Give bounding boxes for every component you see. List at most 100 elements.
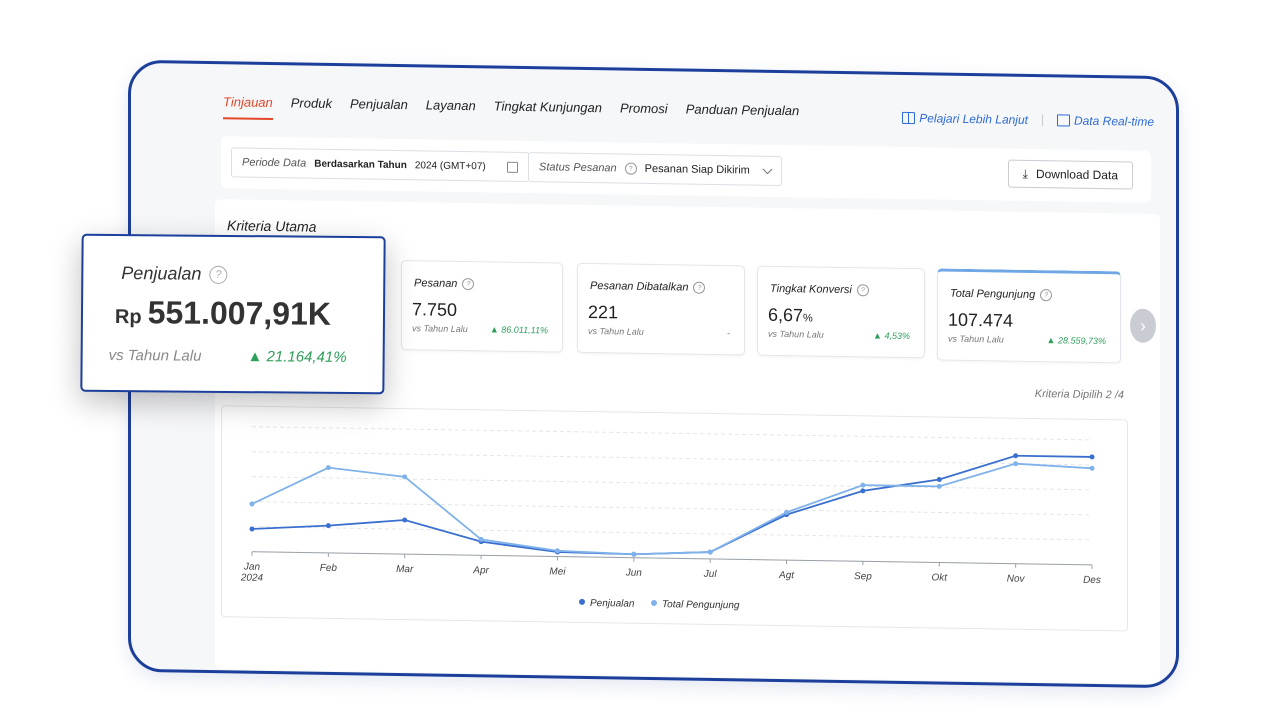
chart-svg: Jan2024 Feb Mar Apr Mei Jun Jul Agt Sep Okt Nov Des… bbox=[240, 426, 1101, 611]
learn-more-link[interactable]: Pelajari Lebih Lanjut bbox=[902, 111, 1028, 127]
calendar-icon[interactable] bbox=[507, 161, 518, 173]
x-tick-label: Apr bbox=[472, 565, 489, 576]
status-field[interactable]: Status Pesanan ? Pesanan Siap Dikirim bbox=[528, 152, 782, 187]
series-line-2 bbox=[251, 462, 1093, 556]
gridline bbox=[252, 501, 1092, 516]
legend-marker bbox=[651, 600, 657, 607]
card-change: ▲ 28.559,73% bbox=[1046, 335, 1106, 347]
chart-icon bbox=[1056, 114, 1070, 127]
tab-layanan[interactable]: Layanan bbox=[426, 97, 476, 123]
data-point bbox=[936, 477, 942, 483]
nav-right-links: Pelajari Lebih Lanjut Data Real-time bbox=[902, 111, 1154, 129]
gridline bbox=[252, 426, 1092, 441]
help-icon: ? bbox=[624, 162, 637, 175]
card-vs: vs Tahun Lalu bbox=[588, 325, 644, 337]
card-change: - bbox=[727, 328, 730, 339]
help-icon: ? bbox=[209, 265, 228, 284]
legend-label: Total Pengunjung bbox=[662, 599, 740, 611]
chevron-down-icon bbox=[762, 164, 773, 175]
gridline bbox=[252, 451, 1092, 466]
book-icon bbox=[902, 111, 916, 125]
card-change: ▲ 86.011,11% bbox=[489, 324, 548, 336]
status-value: Pesanan Siap Dikirim bbox=[644, 162, 750, 177]
tab-tinjauan[interactable]: Tinjauan bbox=[223, 94, 273, 121]
chevron-right-icon: › bbox=[1140, 315, 1146, 336]
line-chart: Jan 2024 Feb Mar Apr Mei Jun Jul Agt Sep Okt Nov Des… bbox=[221, 405, 1128, 632]
data-point bbox=[402, 517, 408, 523]
section-title: Kriteria Utama bbox=[227, 217, 317, 235]
card-vs: vs Tahun Lalu bbox=[412, 323, 468, 335]
realtime-link[interactable]: Data Real-time bbox=[1056, 113, 1154, 129]
gridline bbox=[252, 526, 1092, 541]
divider bbox=[1041, 114, 1043, 127]
card-title: Pesanan bbox=[414, 277, 458, 290]
x-tick-label: Jul bbox=[703, 569, 718, 580]
x-tick-label: 2024 bbox=[240, 573, 264, 584]
metric-card-total-pengunjung[interactable]: Total Pengunjung? 107.474 vs Tahun Lalu … bbox=[937, 268, 1121, 364]
sales-highlight-card[interactable]: Penjualan? Rp 551.007,91K vs Tahun Lalu ▲… bbox=[80, 233, 386, 395]
tab-produk[interactable]: Produk bbox=[291, 95, 332, 121]
legend-marker bbox=[579, 598, 585, 605]
tab-panduan-penjualan[interactable]: Panduan Penjualan bbox=[686, 102, 800, 129]
x-tick-label: Agt bbox=[778, 570, 795, 581]
help-icon: ? bbox=[693, 281, 706, 294]
x-tick-label: Jan bbox=[243, 562, 261, 573]
data-point bbox=[860, 488, 866, 494]
card-vs: vs Tahun Lalu bbox=[768, 328, 824, 340]
card-change: ▲ 4,53% bbox=[873, 330, 910, 342]
data-point bbox=[325, 523, 331, 529]
data-point bbox=[860, 482, 866, 488]
x-tick-label: Jun bbox=[625, 568, 643, 579]
kriteria-count: Kriteria Dipilih 2 /4 bbox=[1034, 387, 1124, 402]
metric-card-tingkat-konversi[interactable]: Tingkat Konversi? 6,67% vs Tahun Lalu ▲ … bbox=[757, 265, 925, 359]
x-tick-label: Feb bbox=[320, 563, 338, 574]
scroll-next-button[interactable]: › bbox=[1130, 308, 1156, 343]
download-button[interactable]: ⤓ Download Data bbox=[1007, 159, 1133, 190]
card-vs: vs Tahun Lalu bbox=[948, 333, 1004, 345]
download-label: Download Data bbox=[1035, 167, 1118, 183]
metric-card-pesanan[interactable]: Pesanan? 7.750 vs Tahun Lalu ▲ 86.011,11… bbox=[401, 260, 563, 353]
card-title: Tingkat Konversi bbox=[770, 282, 852, 297]
x-tick-label: Des bbox=[1083, 575, 1101, 586]
tab-tingkat-kunjungan[interactable]: Tingkat Kunjungan bbox=[494, 98, 602, 125]
x-tick-label: Nov bbox=[1007, 574, 1026, 585]
series-line-1 bbox=[251, 454, 1092, 556]
realtime-label: Data Real-time bbox=[1073, 113, 1154, 129]
float-value: Rp 551.007,91K bbox=[114, 294, 332, 332]
card-value: 107.474 bbox=[948, 309, 1014, 331]
data-point bbox=[1013, 461, 1019, 467]
float-vs: vs Tahun Lalu bbox=[108, 346, 202, 365]
data-point bbox=[1013, 453, 1019, 459]
period-field[interactable]: Periode Data Berdasarkan Tahun 2024 (GMT… bbox=[231, 147, 529, 183]
help-icon: ? bbox=[462, 277, 475, 291]
period-label: Periode Data bbox=[242, 156, 307, 170]
data-point bbox=[936, 483, 942, 489]
data-point bbox=[1089, 465, 1095, 471]
float-title: Penjualan bbox=[121, 263, 202, 284]
help-icon: ? bbox=[1040, 289, 1053, 302]
learn-more-label: Pelajari Lebih Lanjut bbox=[919, 111, 1028, 127]
status-label: Status Pesanan bbox=[539, 161, 617, 175]
period-value: Berdasarkan Tahun bbox=[314, 158, 407, 171]
card-value: 221 bbox=[588, 301, 619, 323]
card-value: 6,67% bbox=[768, 304, 813, 326]
filter-bar: Periode Data Berdasarkan Tahun 2024 (GMT… bbox=[221, 136, 1151, 203]
x-tick-label: Mei bbox=[549, 566, 566, 577]
legend-label: Penjualan bbox=[590, 598, 635, 610]
help-icon: ? bbox=[856, 284, 869, 297]
download-icon: ⤓ bbox=[1022, 166, 1028, 181]
x-tick-label: Okt bbox=[931, 572, 948, 583]
top-nav: Tinjauan Produk Penjualan Layanan Tingkat Ku… bbox=[223, 94, 817, 128]
metric-card-pesanan-dibatalkan[interactable]: Pesanan Dibatalkan? 221 vs Tahun Lalu - bbox=[577, 262, 745, 356]
float-change: ▲ 21.164,41% bbox=[247, 348, 347, 366]
x-tick-label: Mar bbox=[396, 564, 414, 575]
data-point bbox=[1089, 454, 1095, 460]
tab-penjualan[interactable]: Penjualan bbox=[350, 96, 408, 122]
card-title: Total Pengunjung bbox=[950, 287, 1036, 301]
tab-promosi[interactable]: Promosi bbox=[620, 100, 668, 126]
x-tick-label: Sep bbox=[854, 571, 872, 582]
card-title: Pesanan Dibatalkan bbox=[590, 280, 689, 294]
card-value: 7.750 bbox=[412, 299, 458, 320]
data-point bbox=[631, 551, 637, 557]
period-year: 2024 (GMT+07) bbox=[414, 159, 486, 172]
